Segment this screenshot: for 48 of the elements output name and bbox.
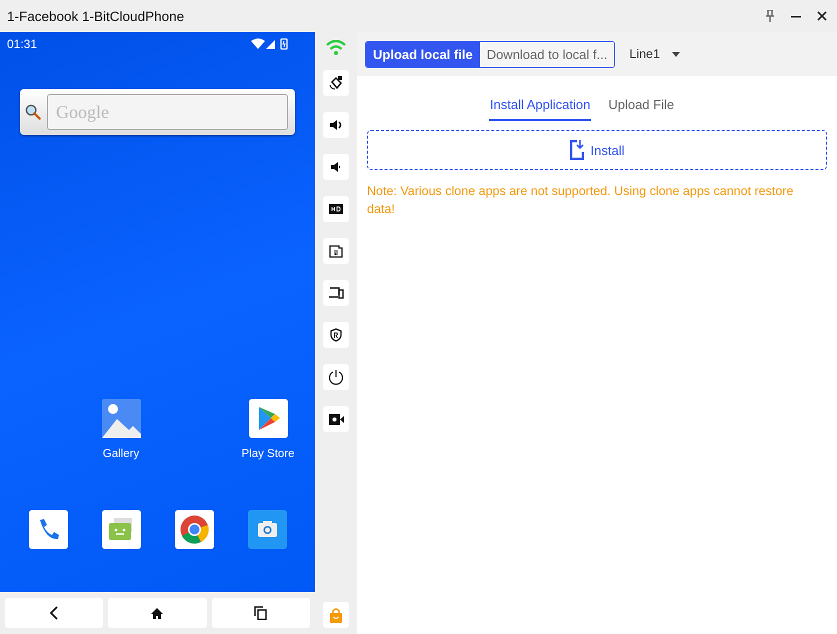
power-icon: [328, 369, 344, 385]
home-icon: [151, 608, 164, 618]
status-icons: [251, 38, 289, 50]
toolbar-tab[interactable]: Upload local file: [366, 42, 480, 66]
volume-down-icon: [330, 161, 342, 173]
wifi-icon: [326, 40, 346, 56]
clipboard-button[interactable]: [323, 238, 349, 264]
power-button[interactable]: [323, 364, 349, 390]
shield-icon: [330, 328, 342, 342]
phone-download-icon: [570, 140, 584, 160]
hd-icon: [329, 204, 343, 214]
camera-app-icon[interactable]: [248, 510, 287, 549]
rotate-icon: [329, 76, 343, 90]
status-time: 01:31: [7, 37, 38, 51]
dropdown-caret-icon: [672, 52, 680, 56]
video-camera-icon: [328, 414, 344, 424]
shopping-bag-icon: [329, 608, 343, 622]
install-button[interactable]: Install: [367, 130, 827, 170]
devices-icon: [328, 287, 344, 299]
app-label: Play Store: [241, 448, 295, 460]
phone-app-icon[interactable]: [29, 510, 68, 549]
home-button[interactable]: [108, 598, 207, 628]
search-field[interactable]: Google: [48, 95, 287, 129]
volume-up-icon: [329, 119, 343, 131]
browser-app-icon[interactable]: [175, 510, 214, 549]
window-title: 1-Facebook 1-BitCloudPhone: [7, 8, 184, 24]
recent-apps-button[interactable]: [212, 598, 310, 628]
app-label: Gallery: [102, 448, 140, 460]
volume-down-button[interactable]: [323, 154, 349, 180]
volume-up-button[interactable]: [323, 112, 349, 138]
shield-button[interactable]: [323, 322, 349, 348]
line-select[interactable]: Line1: [629, 47, 680, 61]
gallery-app-icon[interactable]: [102, 399, 140, 438]
rotate-screen-button[interactable]: [323, 70, 349, 96]
note-text: Note: Various clone apps are not supported. Using clone apps cannot restore data!: [367, 183, 794, 218]
minimize-icon[interactable]: [791, 14, 801, 18]
video-record-button[interactable]: [323, 406, 349, 432]
pin-icon[interactable]: [765, 10, 775, 22]
search-widget[interactable]: Google: [20, 89, 295, 135]
back-icon: [49, 606, 60, 620]
play-store-icon[interactable]: [248, 399, 288, 438]
clipboard-icon: [329, 244, 343, 258]
device-switch-button[interactable]: [323, 280, 349, 306]
hd-quality-button[interactable]: [323, 196, 349, 222]
tab[interactable]: Upload File: [607, 94, 676, 121]
tab[interactable]: Install Application: [488, 94, 592, 121]
close-icon[interactable]: [817, 11, 827, 21]
recent-apps-icon: [254, 606, 268, 620]
